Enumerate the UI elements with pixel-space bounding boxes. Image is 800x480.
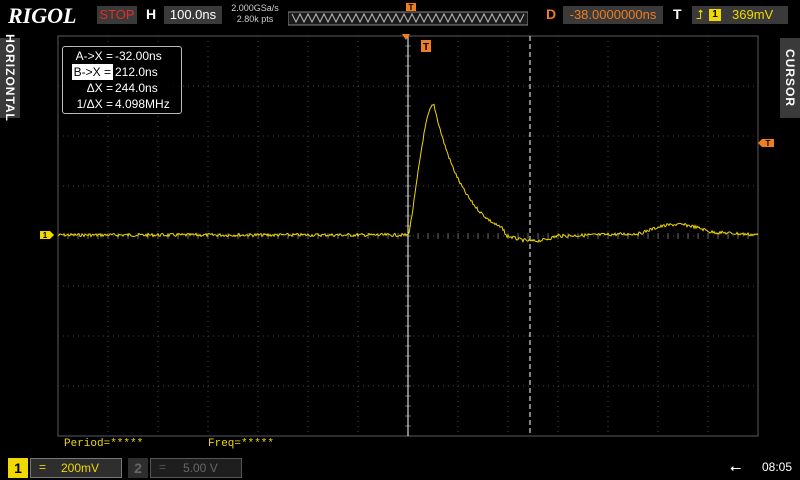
cursor-value: 4.098MHz [115,97,170,111]
frequency-measurement: Freq=***** [208,438,275,450]
bottom-status-bar: 1 = 200mV 2 = 5.00 V ⭠ 08:05 [0,454,800,480]
channel1-scale: 200mV [61,461,100,475]
svg-text:T: T [766,139,771,148]
svg-text:T: T [409,3,414,12]
cursor-row-dx: ΔX = 244.0ns [63,80,181,96]
svg-text:T: T [423,42,429,53]
cursor-value: -32.00ns [115,49,162,63]
channel2-button[interactable]: 2 [128,458,148,478]
channel1-button[interactable]: 1 [8,458,28,478]
period-measurement: Period=***** [64,438,144,450]
channel1-settings[interactable]: = 200mV [30,458,122,478]
channel2-settings[interactable]: = 5.00 V [150,458,242,478]
rising-edge-icon: ⮥ [696,7,704,22]
trigger-position-top-marker: T [402,34,431,53]
dc-coupling-icon: = [159,460,167,474]
trigger-level: 369mV [732,7,774,22]
cursor-row-ax: A->X = -32.00ns [63,48,181,64]
cursor-row-inv-dx: 1/ΔX = 4.098MHz [63,96,181,112]
cursor-key-selected: B->X = [71,64,113,80]
sample-rate: 2.000GSa/s [231,3,279,13]
delay-label: D [546,6,557,22]
cursor-key: ΔX = [86,81,113,95]
channel2-scale: 5.00 V [183,461,218,475]
cursor-row-bx[interactable]: B->X = 212.0ns [63,64,181,80]
memory-depth: 2.80k pts [236,14,274,24]
cursor-readout-panel: A->X = -32.00ns B->X = 212.0ns ΔX = 244.… [62,46,182,114]
horizontal-delay-value[interactable]: -38.0000000ns [563,6,663,24]
system-clock: 08:05 [762,460,793,474]
cursor-key: 1/ΔX = [76,97,113,111]
channel1-offset-marker[interactable]: 1 [40,231,54,240]
trigger-source: 1 [709,9,721,21]
trigger-level-marker[interactable]: T [758,139,774,148]
dc-coupling-icon: = [39,460,47,474]
memory-position-strip[interactable]: T [288,3,528,27]
timebase-value[interactable]: 100.0ns [164,6,222,24]
trigger-settings[interactable]: ⮥ 1 369mV [692,6,788,24]
horizontal-label: H [146,6,157,22]
cursor-value: 212.0ns [115,65,158,79]
top-status-bar: RIGOL STOP H 100.0ns 2.000GSa/s 2.80k pt… [0,0,800,30]
cursor-key: A->X = [75,49,113,63]
usb-icon: ⭠ [730,459,742,475]
trigger-label: T [673,6,682,22]
cursor-value: 244.0ns [115,81,158,95]
rigol-logo: RIGOL [8,3,77,28]
run-stop-status[interactable]: STOP [97,6,137,24]
acquisition-info: 2.000GSa/s 2.80k pts [228,3,282,25]
svg-text:1: 1 [43,231,48,240]
